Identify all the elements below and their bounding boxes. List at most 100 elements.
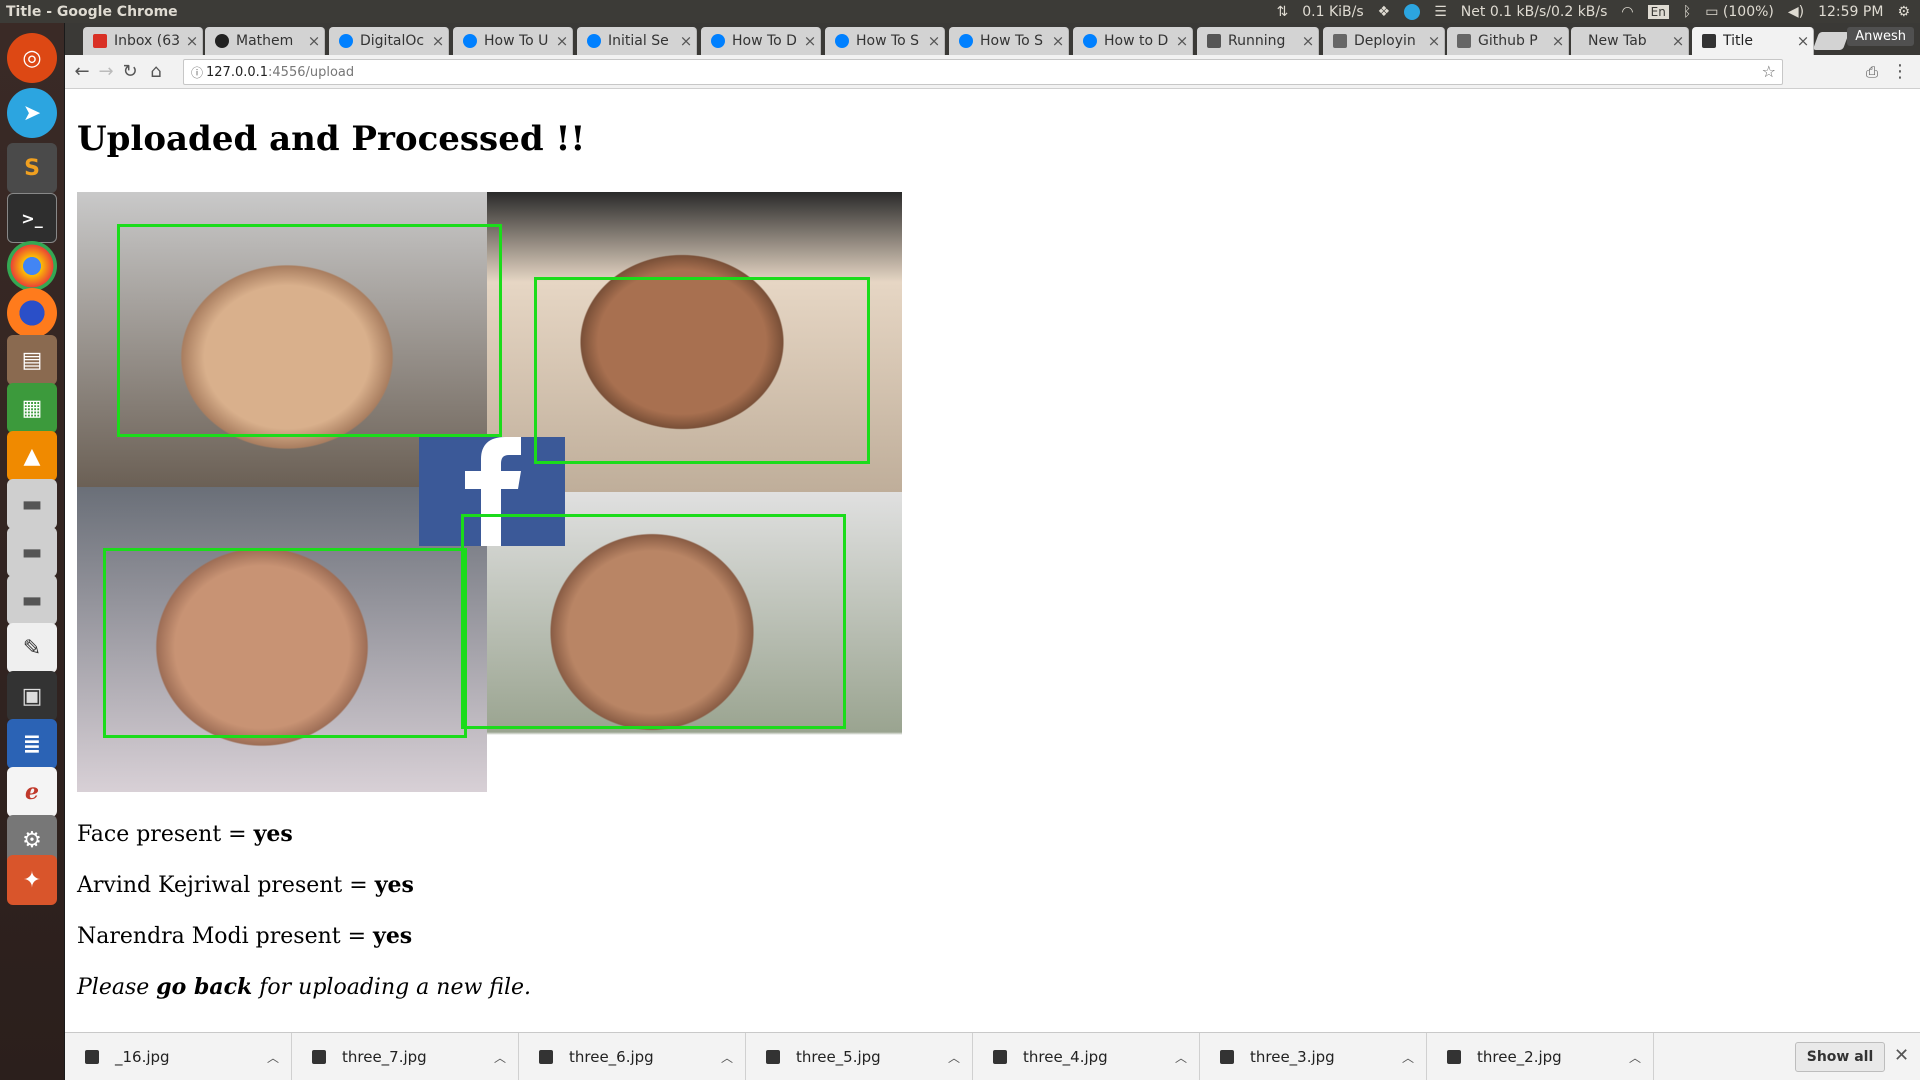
chevron-up-icon[interactable]: ︿ — [267, 1049, 291, 1066]
notes-icon[interactable]: ☰ — [1434, 4, 1447, 20]
close-tab-icon[interactable]: × — [428, 32, 448, 50]
browser-tab[interactable]: Running × — [1197, 27, 1319, 55]
close-tab-icon[interactable]: × — [1424, 32, 1444, 50]
terminal-icon — [1702, 34, 1716, 48]
menu-kebab-icon[interactable]: ⋮ — [1889, 61, 1911, 83]
download-item[interactable]: three_6.jpg ︿ — [519, 1033, 746, 1080]
download-item[interactable]: three_2.jpg ︿ — [1427, 1033, 1654, 1080]
pdf-reader-icon[interactable]: ℯ — [7, 767, 57, 817]
chevron-up-icon[interactable]: ︿ — [1629, 1049, 1653, 1066]
browser-tab[interactable]: New Tab × — [1571, 27, 1689, 55]
browser-tab[interactable]: Mathem × — [205, 27, 325, 55]
network-transfer-icon[interactable]: ⇅ — [1277, 4, 1289, 20]
keyboard-indicator[interactable]: En — [1647, 4, 1669, 19]
download-item[interactable]: three_3.jpg ︿ — [1200, 1033, 1427, 1080]
browser-tab[interactable]: Deployin × — [1323, 27, 1445, 55]
spreadsheet-icon[interactable]: ▦ — [7, 383, 57, 433]
browser-tab[interactable]: How To S × — [825, 27, 945, 55]
drive-icon[interactable]: ▬ — [7, 527, 57, 577]
wifi-icon[interactable]: ◠ — [1621, 4, 1633, 20]
back-arrow-icon[interactable]: ← — [71, 61, 93, 83]
result-value: yes — [374, 872, 414, 898]
unity-launcher: ◎ ➤ S >_ ▤ ▦ ▲ ▬ ▬ ▬ ✎ ▣ ≣ ℯ ⚙ ✦ — [0, 23, 65, 1080]
browser-tab[interactable]: Title × — [1692, 27, 1814, 55]
tab-label: Running — [1228, 33, 1286, 49]
bookmark-star-icon[interactable]: ☆ — [1762, 62, 1776, 81]
dropbox-icon[interactable]: ❖ — [1378, 4, 1391, 20]
site-info-icon[interactable]: ⓘ — [188, 64, 206, 81]
download-item[interactable]: three_5.jpg ︿ — [746, 1033, 973, 1080]
download-shelf: three_2.jpg ︿ three_3.jpg ︿ three_4.jpg ︿ thre… — [65, 1032, 1920, 1080]
battery-indicator[interactable]: ▭ (100%) — [1705, 4, 1774, 20]
firefox-icon[interactable] — [7, 288, 57, 338]
close-tab-icon[interactable]: × — [1793, 32, 1813, 50]
browser-tab[interactable]: Initial Se × — [577, 27, 697, 55]
pocket-icon[interactable]: ⎙ — [1861, 61, 1883, 83]
vlc-icon[interactable]: ▲ — [7, 431, 57, 481]
chevron-up-icon[interactable]: ︿ — [1402, 1049, 1426, 1066]
download-item[interactable]: three_4.jpg ︿ — [973, 1033, 1200, 1080]
terminal-icon[interactable]: >_ — [7, 193, 57, 243]
close-tab-icon[interactable]: × — [676, 32, 696, 50]
sublime-text-icon[interactable]: S — [7, 143, 57, 193]
browser-tab[interactable]: Github P × — [1447, 27, 1569, 55]
image-file-icon — [312, 1050, 326, 1064]
browser-tab[interactable]: Inbox (63 × — [83, 27, 203, 55]
telegram-tray-icon[interactable] — [1404, 3, 1421, 20]
tab-label: How To D — [732, 33, 797, 49]
files-icon[interactable]: ▤ — [7, 335, 57, 385]
tab-label: Inbox (63 — [114, 33, 181, 49]
close-tab-icon[interactable]: × — [1668, 32, 1688, 50]
forward-arrow-icon[interactable]: → — [95, 61, 117, 83]
url-host: 127.0.0.1 — [206, 64, 269, 80]
browser-tab[interactable]: How To U × — [453, 27, 573, 55]
volume-icon[interactable]: ◀) — [1788, 4, 1804, 20]
close-tab-icon[interactable]: × — [1298, 32, 1318, 50]
telegram-icon[interactable]: ➤ — [7, 88, 57, 138]
download-item[interactable]: _16.jpg ︿ — [65, 1033, 292, 1080]
text-editor-icon[interactable]: ✎ — [7, 623, 57, 673]
close-tab-icon[interactable]: × — [924, 32, 944, 50]
browser-tab[interactable]: How to D × — [1073, 27, 1193, 55]
result-label: Narendra Modi present = — [77, 924, 374, 949]
home-icon[interactable]: ⌂ — [145, 61, 167, 83]
drive-icon[interactable]: ▬ — [7, 479, 57, 529]
video-editor-icon[interactable]: ▣ — [7, 671, 57, 721]
close-tab-icon[interactable]: × — [304, 32, 324, 50]
tab-label: DigitalOc — [360, 33, 425, 49]
chevron-up-icon[interactable]: ︿ — [1175, 1049, 1199, 1066]
document-writer-icon[interactable]: ≣ — [7, 719, 57, 769]
settings-gear-icon[interactable]: ⚙ — [1897, 4, 1910, 20]
close-tab-icon[interactable]: × — [1548, 32, 1568, 50]
profile-button[interactable]: Anwesh — [1847, 27, 1914, 46]
address-bar[interactable]: ⓘ 127.0.0.1:4556/upload ☆ — [183, 59, 1783, 85]
browser-toolbar: ← → ↻ ⌂ ⓘ 127.0.0.1:4556/upload ☆ ⎙ ⋮ — [65, 55, 1920, 89]
clock[interactable]: 12:59 PM — [1818, 4, 1883, 20]
tab-label: Initial Se — [608, 33, 669, 49]
ubuntu-home-icon[interactable]: ◎ — [7, 33, 57, 83]
close-tab-icon[interactable]: × — [182, 32, 202, 50]
chevron-up-icon[interactable]: ︿ — [948, 1049, 972, 1066]
browser-tab[interactable]: How To D × — [701, 27, 821, 55]
image-file-icon — [766, 1050, 780, 1064]
close-tab-icon[interactable]: × — [800, 32, 820, 50]
close-tab-icon[interactable]: × — [1048, 32, 1068, 50]
page-content: Uploaded and Processed !! Face present =… — [65, 89, 1920, 1032]
close-tab-icon[interactable]: × — [1172, 32, 1192, 50]
drive-icon[interactable]: ▬ — [7, 575, 57, 625]
download-item[interactable]: three_7.jpg ︿ — [292, 1033, 519, 1080]
chevron-up-icon[interactable]: ︿ — [494, 1049, 518, 1066]
go-back-link[interactable]: go back — [156, 974, 252, 1000]
bluetooth-icon[interactable]: ᛒ — [1683, 4, 1691, 20]
browser-tab[interactable]: DigitalOc × — [329, 27, 449, 55]
close-tab-icon[interactable]: × — [552, 32, 572, 50]
chevron-up-icon[interactable]: ︿ — [721, 1049, 745, 1066]
new-tab-button[interactable] — [1812, 32, 1850, 50]
close-shelf-icon[interactable]: ✕ — [1894, 1045, 1909, 1066]
browser-tab[interactable]: How To S × — [949, 27, 1069, 55]
reload-icon[interactable]: ↻ — [119, 61, 141, 83]
chrome-icon[interactable] — [7, 241, 57, 291]
page-icon — [1333, 34, 1347, 48]
store-icon[interactable]: ✦ — [7, 855, 57, 905]
show-all-downloads-button[interactable]: Show all — [1795, 1042, 1885, 1072]
